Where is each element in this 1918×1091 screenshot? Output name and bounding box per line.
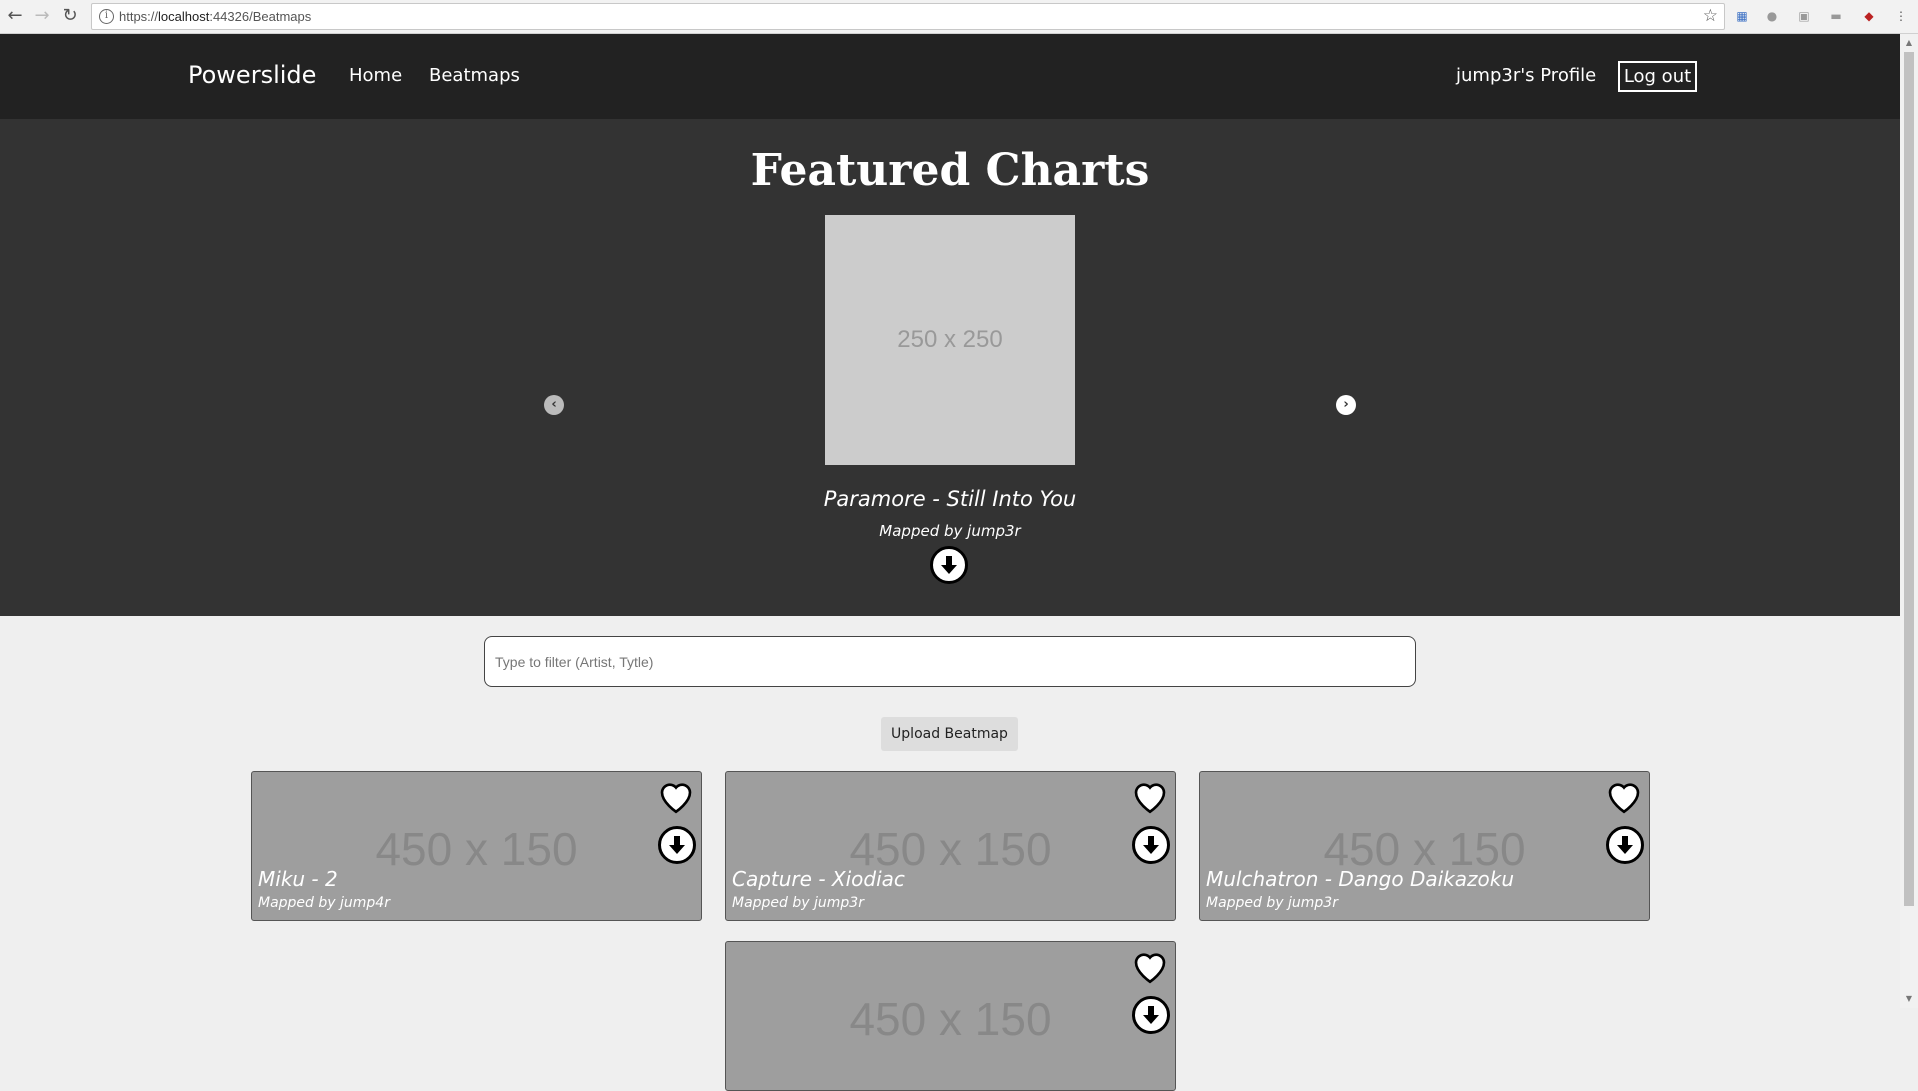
address-bar[interactable]: i https://localhost:44326/Beatmaps ☆ — [91, 3, 1725, 30]
brand-link[interactable]: Powerslide — [188, 61, 316, 89]
download-icon[interactable] — [1132, 826, 1170, 864]
nav-home-link[interactable]: Home — [349, 65, 402, 86]
card-mapper: Mapped by jump3r — [732, 895, 864, 911]
beatmap-card[interactable]: 450 x 150 Mulchatron - Dango Daikazoku M… — [1199, 771, 1650, 921]
url-host: localhost — [158, 9, 210, 24]
beatmap-card[interactable]: 450 x 150 — [725, 941, 1176, 1091]
url-path: :44326/Beatmaps — [209, 9, 312, 24]
heart-icon[interactable] — [655, 775, 697, 817]
heart-icon[interactable] — [1129, 775, 1171, 817]
card-mapper: Mapped by jump4r — [258, 895, 390, 911]
site-navbar: Powerslide Home Beatmaps jump3r's Profil… — [0, 34, 1900, 119]
url-prefix: https:// — [119, 9, 159, 24]
forward-arrow-icon[interactable]: → — [30, 4, 54, 28]
info-icon[interactable]: i — [99, 9, 114, 24]
page-scrollbar[interactable]: ▲ ▼ — [1900, 34, 1918, 1008]
logout-button[interactable]: Log out — [1618, 61, 1697, 92]
card-title: Mulchatron - Dango Daikazoku — [1206, 867, 1514, 891]
featured-mapper: Mapped by jump3r — [879, 522, 1021, 540]
download-icon[interactable] — [1132, 996, 1170, 1034]
featured-carousel: Featured Charts ‹ 250 x 250 › Paramore -… — [0, 119, 1900, 616]
browser-toolbar: ← → ↻ i https://localhost:44326/Beatmaps… — [0, 0, 1918, 34]
scrollbar-thumb[interactable] — [1904, 52, 1914, 906]
ublock-shield-icon[interactable]: ◆ — [1861, 8, 1877, 24]
beatmap-card[interactable]: 450 x 150 Miku - 2 Mapped by jump4r — [251, 771, 702, 921]
upload-beatmap-button[interactable]: Upload Beatmap — [881, 717, 1018, 751]
back-arrow-icon[interactable]: ← — [3, 4, 27, 28]
filter-input[interactable] — [484, 636, 1416, 687]
featured-title: Paramore - Still Into You — [823, 487, 1077, 511]
extension-circle-icon[interactable]: ● — [1764, 8, 1780, 24]
card-title: Miku - 2 — [258, 867, 338, 891]
carousel-prev-icon[interactable]: ‹ — [544, 395, 564, 415]
address-url: https://localhost:44326/Beatmaps — [119, 9, 311, 24]
download-icon[interactable] — [658, 826, 696, 864]
carousel-next-icon[interactable]: › — [1336, 395, 1356, 415]
download-icon[interactable] — [1606, 826, 1644, 864]
card-thumbnail-placeholder: 450 x 150 — [849, 993, 1052, 1045]
reload-icon[interactable]: ↻ — [58, 4, 82, 28]
profile-link[interactable]: jump3r's Profile — [1456, 65, 1596, 86]
extension-dash-icon[interactable]: ▬ — [1828, 8, 1844, 24]
card-title: Capture - Xiodiac — [732, 867, 905, 891]
browser-menu-icon[interactable]: ⋮ — [1893, 8, 1909, 24]
scroll-down-icon[interactable]: ▼ — [1900, 992, 1918, 1006]
extension-screen-icon[interactable]: ▣ — [1796, 8, 1812, 24]
heart-icon[interactable] — [1129, 945, 1171, 987]
nav-beatmaps-link[interactable]: Beatmaps — [429, 65, 520, 86]
featured-thumbnail[interactable]: 250 x 250 — [825, 215, 1075, 465]
featured-heading: Featured Charts — [750, 145, 1150, 196]
beatmap-card[interactable]: 450 x 150 Capture - Xiodiac Mapped by ju… — [725, 771, 1176, 921]
heart-icon[interactable] — [1603, 775, 1645, 817]
download-icon[interactable] — [930, 546, 968, 584]
scroll-up-icon[interactable]: ▲ — [1900, 36, 1918, 50]
bookmark-star-icon[interactable]: ☆ — [1703, 6, 1718, 26]
extension-grid-icon[interactable]: ▦ — [1734, 8, 1750, 24]
card-mapper: Mapped by jump3r — [1206, 895, 1338, 911]
